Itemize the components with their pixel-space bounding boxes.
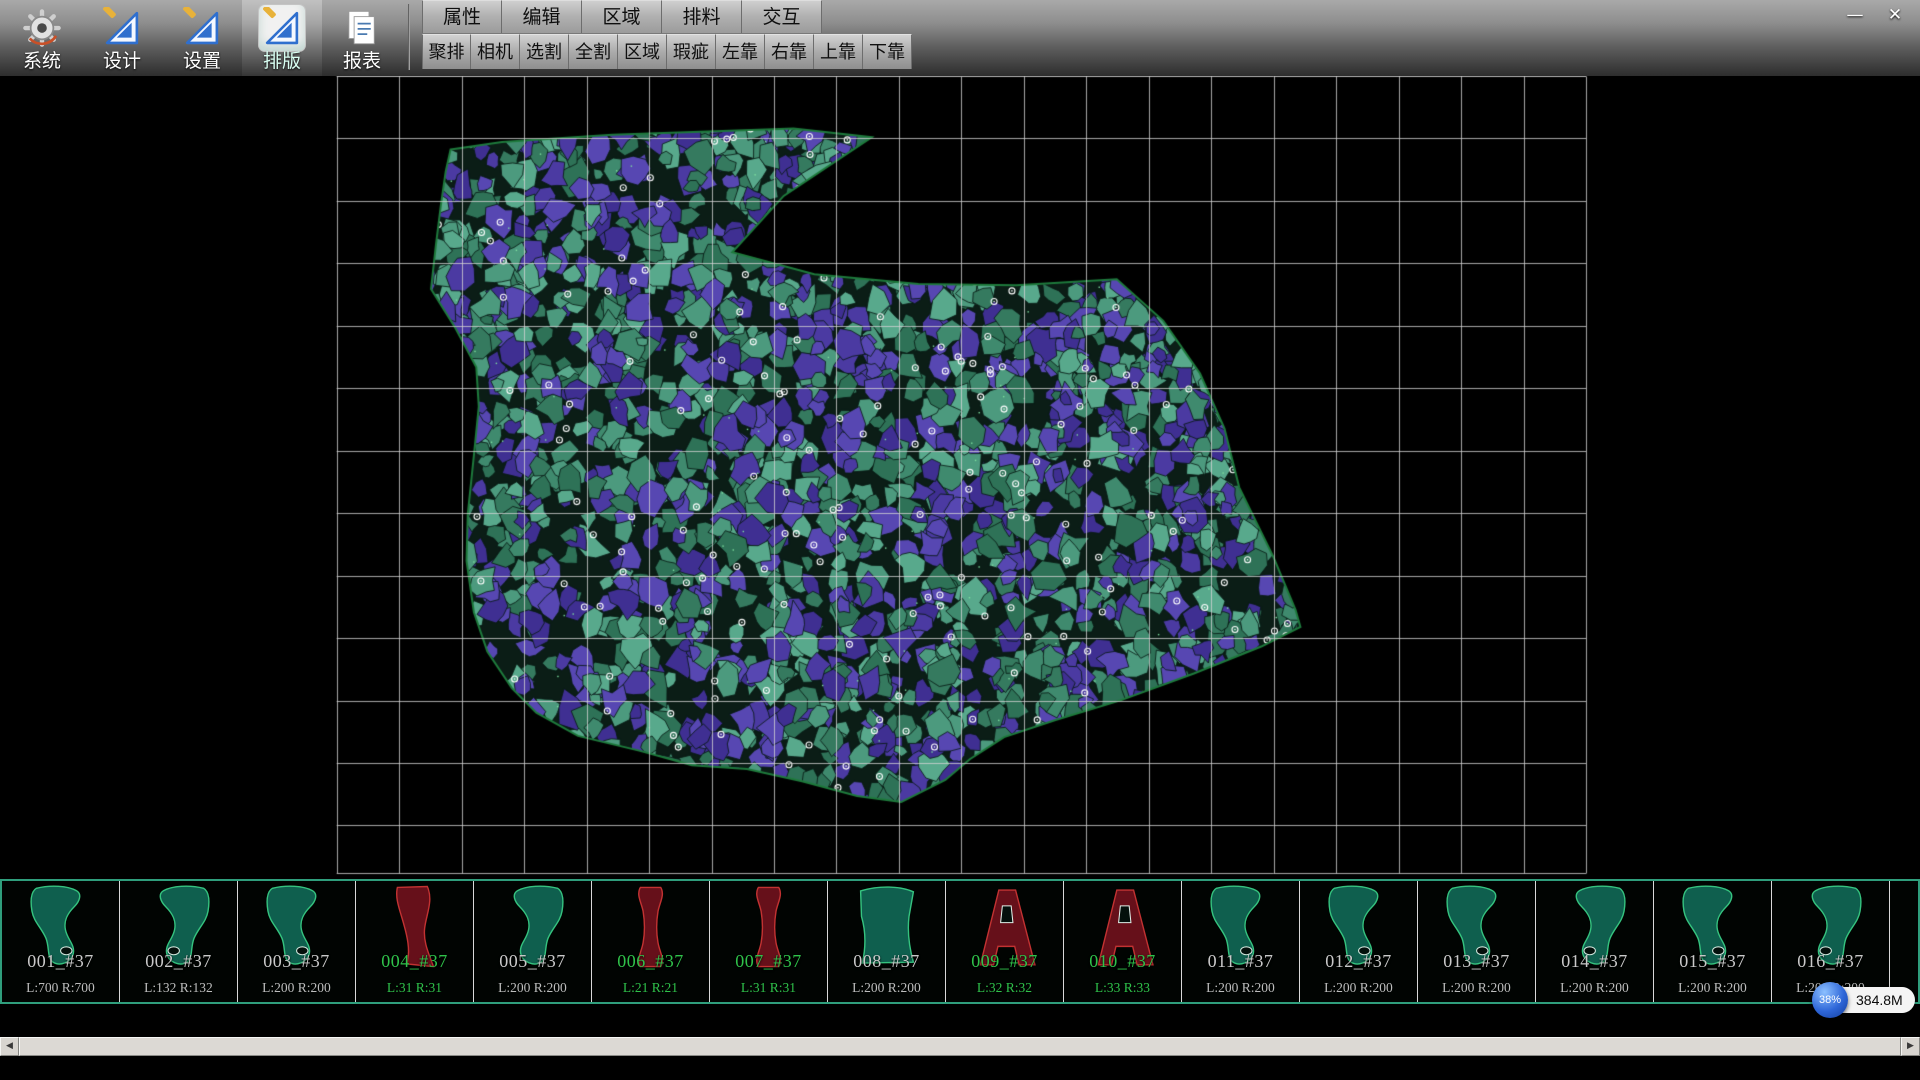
tool-button-bar: 聚排相机选割全割区域瑕疵左靠右靠上靠下靠 bbox=[422, 34, 912, 69]
piece-counts: L:200 R:200 bbox=[828, 980, 945, 996]
toolbar-button-label: 设置 bbox=[183, 51, 221, 73]
piece-name: 013_#37 bbox=[1418, 951, 1535, 972]
toolbar-button-label: 排版 bbox=[263, 51, 301, 73]
piece-thumb-012[interactable]: 012_#37 L:200 R:200 bbox=[1300, 881, 1418, 1002]
tool-button-cut-all[interactable]: 全割 bbox=[569, 34, 618, 69]
menu-tab-region[interactable]: 区域 bbox=[582, 0, 662, 33]
close-button[interactable]: ✕ bbox=[1882, 4, 1908, 26]
piece-name: 016_#37 bbox=[1772, 951, 1889, 972]
piece-counts: L:31 R:31 bbox=[356, 980, 473, 996]
piece-thumb-010[interactable]: 010_#37 L:33 R:33 bbox=[1064, 881, 1182, 1002]
tool-button-align-bottom[interactable]: 下靠 bbox=[863, 34, 912, 69]
piece-name: 011_#37 bbox=[1182, 951, 1299, 972]
toolbar-button-report[interactable]: 报表 bbox=[322, 0, 402, 76]
piece-thumb-004[interactable]: 004_#37 L:31 R:31 bbox=[356, 881, 474, 1002]
piece-name: 010_#37 bbox=[1064, 951, 1181, 972]
toolbar-button-settings[interactable]: 设置 bbox=[162, 0, 242, 76]
menu-tab-edit[interactable]: 编辑 bbox=[502, 0, 582, 33]
menu-tab-interact[interactable]: 交互 bbox=[742, 0, 822, 33]
horizontal-scrollbar[interactable]: ◀ ▶ bbox=[0, 1037, 1920, 1056]
piece-thumb-011[interactable]: 011_#37 L:200 R:200 bbox=[1182, 881, 1300, 1002]
menu-tab-nesting[interactable]: 排料 bbox=[662, 0, 742, 33]
tool-button-defect[interactable]: 瑕疵 bbox=[667, 34, 716, 69]
minimize-button[interactable]: — bbox=[1842, 4, 1868, 26]
scroll-right-button[interactable]: ▶ bbox=[1901, 1037, 1920, 1056]
piece-counts: L:33 R:33 bbox=[1064, 980, 1181, 996]
piece-counts: L:31 R:31 bbox=[710, 980, 827, 996]
toolbar-button-nesting[interactable]: 排版 bbox=[242, 0, 322, 76]
piece-thumb-003[interactable]: 003_#37 L:200 R:200 bbox=[238, 881, 356, 1002]
piece-thumb-013[interactable]: 013_#37 L:200 R:200 bbox=[1418, 881, 1536, 1002]
piece-name: 008_#37 bbox=[828, 951, 945, 972]
piece-thumb-001[interactable]: 001_#37 L:700 R:700 bbox=[2, 881, 120, 1002]
tool-button-region[interactable]: 区域 bbox=[618, 34, 667, 69]
piece-thumb-014[interactable]: 014_#37 L:200 R:200 bbox=[1536, 881, 1654, 1002]
report-icon bbox=[339, 5, 385, 51]
piece-counts: L:132 R:132 bbox=[120, 980, 237, 996]
piece-thumb-009[interactable]: 009_#37 L:32 R:32 bbox=[946, 881, 1064, 1002]
piece-counts: L:200 R:200 bbox=[1182, 980, 1299, 996]
tool-button-align-left[interactable]: 左靠 bbox=[716, 34, 765, 69]
piece-name: 006_#37 bbox=[592, 951, 709, 972]
piece-counts: L:200 R:200 bbox=[1418, 980, 1535, 996]
toolbar-button-label: 报表 bbox=[343, 51, 381, 73]
menu-area: 属性编辑区域排料交互 聚排相机选割全割区域瑕疵左靠右靠上靠下靠 bbox=[422, 0, 912, 69]
tool-button-align-right[interactable]: 右靠 bbox=[765, 34, 814, 69]
canvas-area bbox=[0, 76, 1920, 879]
window-controls: — ✕ bbox=[1842, 4, 1908, 26]
piece-counts: L:21 R:21 bbox=[592, 980, 709, 996]
piece-name: 014_#37 bbox=[1536, 951, 1653, 972]
piece-thumb-008[interactable]: 008_#37 L:200 R:200 bbox=[828, 881, 946, 1002]
piece-name: 015_#37 bbox=[1654, 951, 1771, 972]
piece-name: 012_#37 bbox=[1300, 951, 1417, 972]
menu-tab-bar: 属性编辑区域排料交互 bbox=[422, 0, 912, 33]
piece-name: 005_#37 bbox=[474, 951, 591, 972]
toolbar-separator bbox=[408, 4, 410, 70]
toolbar-button-label: 设计 bbox=[103, 51, 141, 73]
toolbar-button-design[interactable]: 设计 bbox=[82, 0, 162, 76]
nesting-canvas[interactable] bbox=[0, 76, 1920, 879]
piece-counts: L:32 R:32 bbox=[946, 980, 1063, 996]
tool-button-cluster-nest[interactable]: 聚排 bbox=[422, 34, 471, 69]
piece-counts: L:200 R:200 bbox=[1300, 980, 1417, 996]
piece-counts: L:200 R:200 bbox=[1654, 980, 1771, 996]
ruler-icon bbox=[259, 5, 305, 51]
gear-icon bbox=[19, 5, 65, 51]
piece-thumb-015[interactable]: 015_#37 L:200 R:200 bbox=[1654, 881, 1772, 1002]
piece-thumb-006[interactable]: 006_#37 L:21 R:21 bbox=[592, 881, 710, 1002]
topbar: 系统设计设置排版报表 属性编辑区域排料交互 聚排相机选割全割区域瑕疵左靠右靠上靠… bbox=[0, 0, 1920, 76]
tool-button-align-top[interactable]: 上靠 bbox=[814, 34, 863, 69]
tool-button-select-cut[interactable]: 选割 bbox=[520, 34, 569, 69]
piece-thumb-002[interactable]: 002_#37 L:132 R:132 bbox=[120, 881, 238, 1002]
piece-name: 004_#37 bbox=[356, 951, 473, 972]
piece-name: 009_#37 bbox=[946, 951, 1063, 972]
piece-thumb-005[interactable]: 005_#37 L:200 R:200 bbox=[474, 881, 592, 1002]
piece-counts: L:200 R:200 bbox=[1536, 980, 1653, 996]
piece-counts: L:200 R:200 bbox=[474, 980, 591, 996]
main-toolbar: 系统 设计 设置 排版 报表 bbox=[2, 0, 402, 76]
scroll-thumb[interactable] bbox=[19, 1037, 1901, 1056]
progress-orb: 38% bbox=[1812, 982, 1848, 1018]
piece-thumbnail-strip: 001_#37 L:700 R:700002_#37 L:132 R:132003_… bbox=[0, 879, 1920, 1004]
menu-tab-properties[interactable]: 属性 bbox=[422, 0, 502, 33]
piece-counts: L:700 R:700 bbox=[2, 980, 119, 996]
piece-name: 002_#37 bbox=[120, 951, 237, 972]
piece-name: 001_#37 bbox=[2, 951, 119, 972]
piece-name: 003_#37 bbox=[238, 951, 355, 972]
toolbar-button-system[interactable]: 系统 bbox=[2, 0, 82, 76]
toolbar-button-label: 系统 bbox=[23, 51, 61, 73]
ruler-icon bbox=[179, 5, 225, 51]
piece-thumb-007[interactable]: 007_#37 L:31 R:31 bbox=[710, 881, 828, 1002]
piece-counts: L:200 R:200 bbox=[238, 980, 355, 996]
tool-button-camera[interactable]: 相机 bbox=[471, 34, 520, 69]
piece-name: 007_#37 bbox=[710, 951, 827, 972]
scroll-left-button[interactable]: ◀ bbox=[0, 1037, 19, 1056]
ruler-icon bbox=[99, 5, 145, 51]
